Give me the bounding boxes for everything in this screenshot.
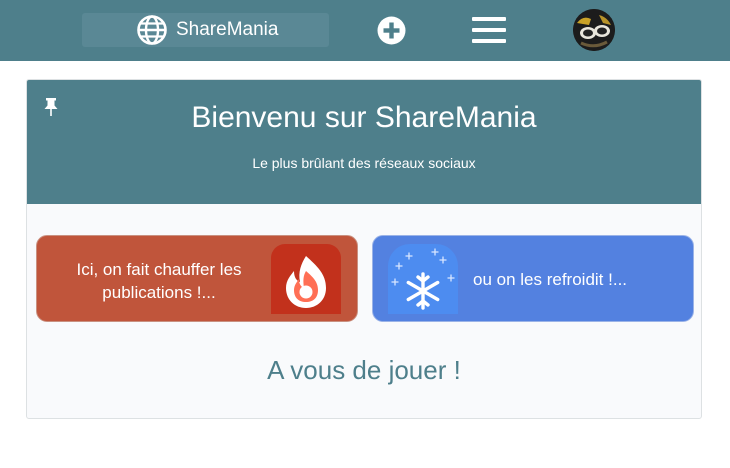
snowflake-icon xyxy=(388,244,458,314)
avatar-image xyxy=(573,9,615,51)
hot-posts-label: Ici, on fait chauffer les publications !… xyxy=(76,260,242,302)
plus-circle-icon[interactable] xyxy=(377,16,406,45)
cold-posts-button[interactable]: ou on les refroidit !... xyxy=(372,235,694,322)
brand-name: ShareMania xyxy=(176,19,279,40)
user-avatar[interactable] xyxy=(573,9,615,51)
cold-posts-label: ou on les refroidit !... xyxy=(473,270,628,289)
hot-posts-button[interactable]: Ici, on fait chauffer les publications !… xyxy=(36,235,358,322)
welcome-card: Bienvenu sur ShareMania Le plus brûlant … xyxy=(26,79,702,419)
top-navbar: ShareMania xyxy=(0,0,730,61)
page-subtitle: Le plus brûlant des réseaux sociaux xyxy=(252,155,476,171)
card-header: Bienvenu sur ShareMania Le plus brûlant … xyxy=(27,80,701,204)
call-to-action-text: A vous de jouer ! xyxy=(267,355,461,385)
globe-icon xyxy=(137,15,167,45)
brand-link[interactable]: ShareMania xyxy=(82,13,329,47)
flame-icon xyxy=(271,244,341,314)
page-title: Bienvenu sur ShareMania xyxy=(191,101,537,134)
hamburger-menu-icon[interactable] xyxy=(472,17,506,43)
